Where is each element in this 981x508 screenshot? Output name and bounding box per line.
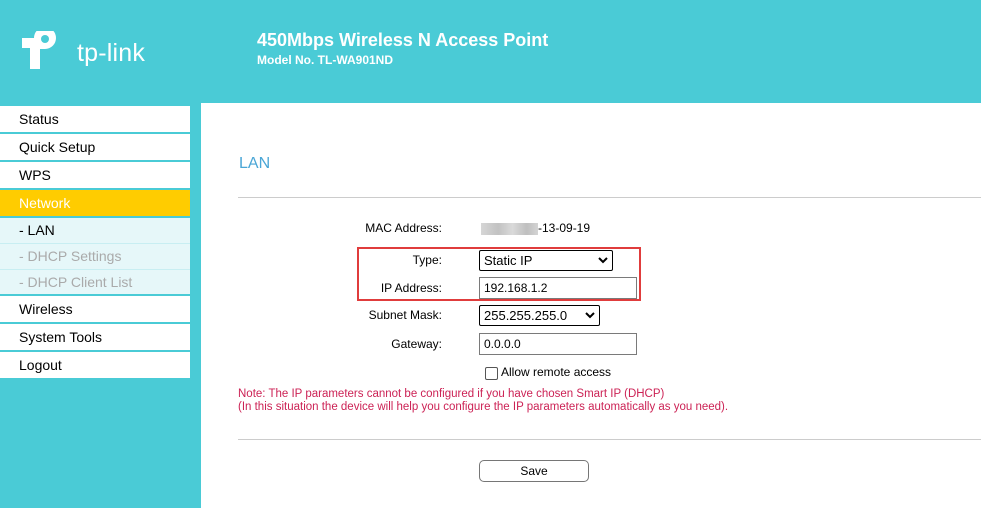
main-content: LAN MAC Address: -13-09-19 Type: Static … [201, 103, 981, 508]
sidebar-subitem-lan[interactable]: - LAN [0, 218, 190, 244]
tp-link-logo-icon [22, 31, 56, 69]
sidebar-item-system-tools[interactable]: System Tools [0, 324, 190, 352]
allow-remote-access-label: Allow remote access [501, 365, 612, 379]
gateway-input[interactable]: 0.0.0.0 [479, 333, 637, 355]
subnet-mask-select[interactable]: 255.255.255.0 [479, 305, 600, 326]
model-number: Model No. TL-WA901ND [257, 53, 394, 67]
logo-text: tp-link [77, 39, 146, 67]
divider-bottom [238, 439, 981, 440]
mac-address-redacted [481, 223, 538, 235]
divider-top [238, 197, 981, 198]
save-button[interactable]: Save [479, 460, 589, 482]
type-select-value: Static IP [484, 253, 533, 268]
note-line-1: Note: The IP parameters cannot be config… [238, 388, 665, 400]
product-title: 450Mbps Wireless N Access Point [257, 30, 549, 50]
tp-link-logo: tp-link [20, 21, 180, 81]
mac-address-label: MAC Address: [365, 221, 442, 235]
note-line-2: (In this situation the device will help … [238, 401, 729, 413]
type-label: Type: [412, 253, 442, 267]
sidebar-subitem-dhcp-settings[interactable]: - DHCP Settings [0, 244, 190, 270]
sidebar-item-quick-setup[interactable]: Quick Setup [0, 134, 190, 162]
sidebar-item-wireless[interactable]: Wireless [0, 296, 190, 324]
page-header: tp-link 450Mbps Wireless N Access Point … [0, 0, 981, 103]
sidebar-menu: Status Quick Setup WPS Network - LAN - D… [0, 106, 190, 380]
mac-address-value: -13-09-19 [538, 221, 591, 235]
sidebar-item-logout[interactable]: Logout [0, 352, 190, 380]
type-select[interactable]: Static IP [479, 250, 613, 271]
gateway-label: Gateway: [391, 337, 442, 351]
sidebar-item-status[interactable]: Status [0, 106, 190, 134]
sidebar-item-wps[interactable]: WPS [0, 162, 190, 190]
ip-address-input[interactable]: 192.168.1.2 [479, 277, 637, 299]
page-title: LAN [239, 155, 271, 172]
subnet-mask-label: Subnet Mask: [368, 308, 442, 322]
ip-address-label: IP Address: [380, 281, 442, 295]
chevron-down-icon [598, 257, 608, 264]
sidebar-subitem-dhcp-client-list[interactable]: - DHCP Client List [0, 270, 190, 296]
subnet-mask-value: 255.255.255.0 [484, 308, 568, 323]
allow-remote-access-checkbox[interactable] [485, 367, 498, 380]
sidebar-item-network[interactable]: Network [0, 190, 190, 218]
chevron-down-icon [585, 312, 595, 319]
